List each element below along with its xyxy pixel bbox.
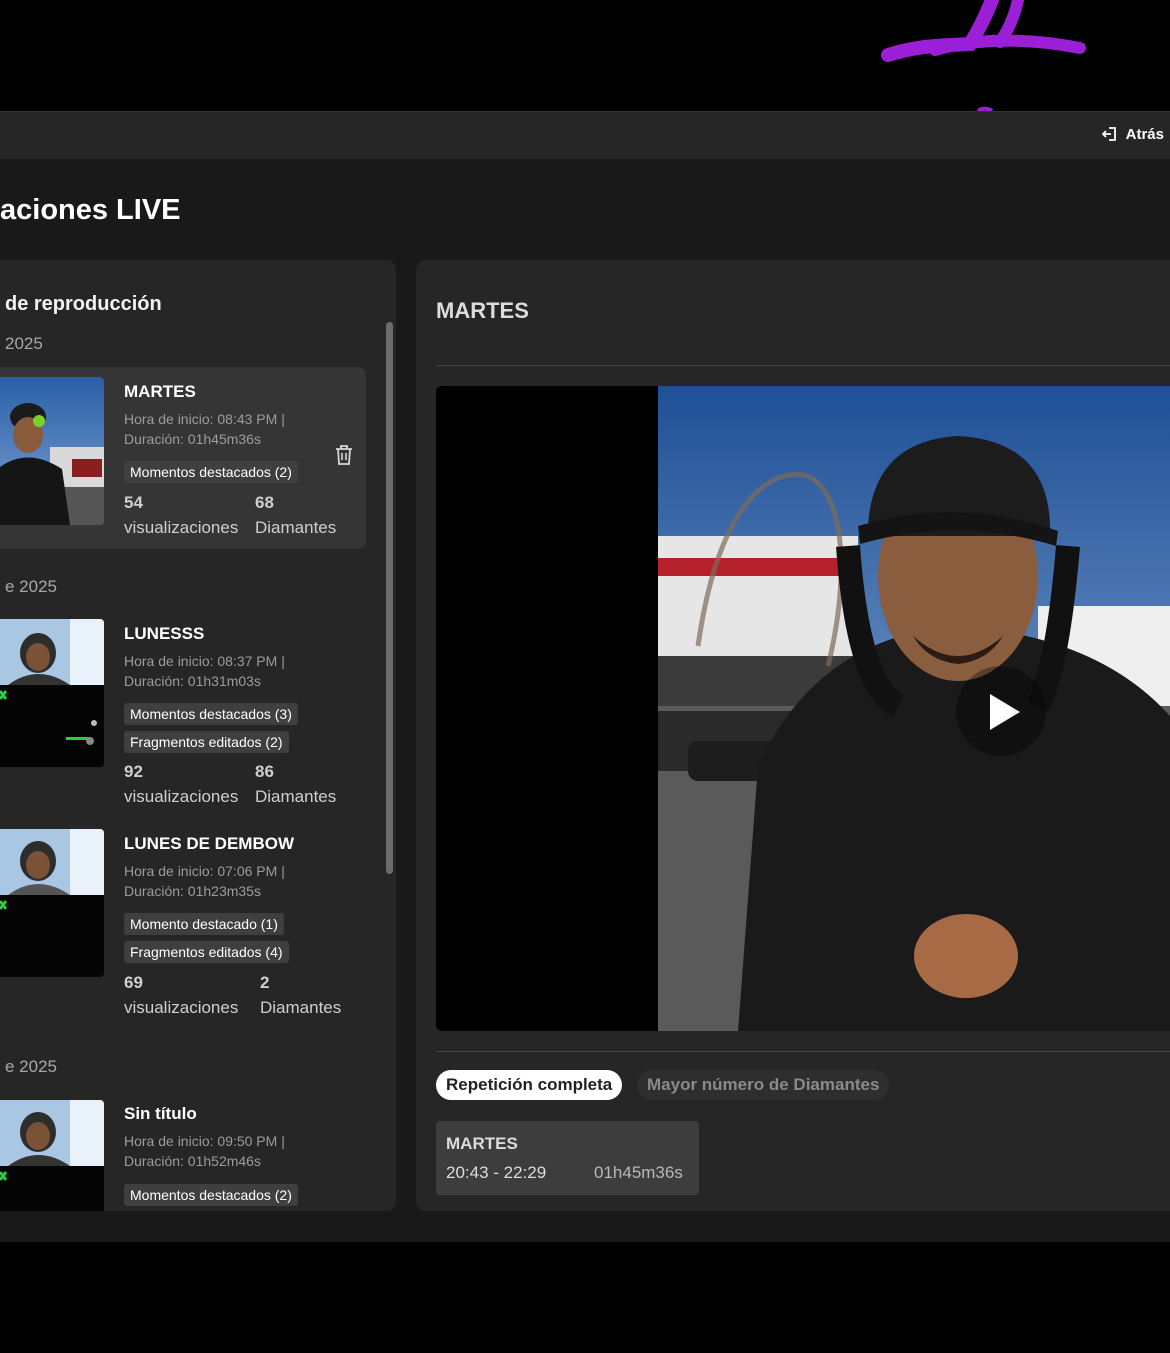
clip-duration: 01h45m36s [594, 1163, 683, 1182]
trash-icon[interactable] [333, 443, 355, 467]
session-start: Hora de inicio: 09:50 PM | [124, 1133, 285, 1149]
session-duration: Duración: 01h23m35s [124, 883, 261, 899]
scrollbar[interactable] [386, 322, 393, 874]
exit-icon [1101, 127, 1116, 141]
clip-time-range: 20:43 - 22:29 [446, 1163, 547, 1182]
session-start: Hora de inicio: 08:43 PM | [124, 411, 285, 427]
panel-title: de reproducción [5, 293, 162, 315]
session-title: Sin título [124, 1104, 197, 1123]
session-thumbnail [0, 377, 104, 525]
session-item[interactable]: LUNES DE DEMBOW Hora de inicio: 07:06 PM… [0, 820, 366, 1020]
diamonds-label: Diamantes [260, 998, 342, 1017]
back-button[interactable]: Atrás [1100, 125, 1164, 143]
clip-title: MARTES [446, 1134, 518, 1153]
play-icon [990, 694, 1020, 730]
player-title: MARTES [436, 298, 529, 323]
views-label: visualizaciones [124, 518, 239, 537]
date-group-label: e 2025 [5, 577, 57, 596]
views-count: 69 [124, 973, 143, 992]
video-frame [658, 386, 1170, 1031]
player-panel: MARTES Repetición completa Mayor número … [416, 260, 1170, 1211]
highlights-tag[interactable]: Momentos destacados (2) [124, 461, 298, 483]
play-button[interactable] [956, 666, 1046, 756]
session-title: LUNES DE DEMBOW [124, 834, 294, 853]
date-group-label: e 2025 [5, 1057, 57, 1076]
diamonds-count: 68 [255, 493, 274, 512]
session-duration: Duración: 01h45m36s [124, 431, 261, 447]
page-title: aciones LIVE [0, 194, 181, 226]
views-count: 92 [124, 762, 143, 781]
brand-logo [881, 0, 1086, 111]
session-duration: Duración: 01h31m03s [124, 673, 261, 689]
session-title: LUNESSS [124, 624, 205, 643]
clip-card[interactable]: MARTES 20:43 - 22:29 01h45m36s [436, 1121, 699, 1195]
session-thumbnail [0, 619, 104, 767]
top-banner [0, 0, 1170, 111]
session-start: Hora de inicio: 08:37 PM | [124, 653, 285, 669]
bottom-bar [0, 1242, 1170, 1353]
sessions-panel: de reproducción 2025 MARTES Hora de inic… [0, 260, 396, 1211]
session-duration: Duración: 01h52m46s [124, 1153, 261, 1169]
highlights-tag[interactable]: Momentos destacados (3) [124, 703, 298, 725]
back-label: Atrás [1125, 125, 1164, 143]
date-group-label: 2025 [5, 334, 43, 353]
main-content: aciones LIVE de reproducción 2025 MARTES… [0, 159, 1170, 1242]
views-label: visualizaciones [124, 998, 239, 1017]
edited-clips-tag[interactable]: Fragmentos editados (4) [124, 941, 289, 963]
divider [436, 1051, 1170, 1052]
highlights-tag[interactable]: Momento destacado (1) [124, 913, 284, 935]
session-item[interactable]: LUNESSS Hora de inicio: 08:37 PM | Durac… [0, 610, 366, 810]
diamonds-label: Diamantes [255, 787, 337, 806]
session-item[interactable]: MARTES Hora de inicio: 08:43 PM | Duraci… [0, 367, 366, 549]
video-player[interactable] [436, 386, 1170, 1031]
top-bar: Atrás [0, 111, 1170, 159]
views-count: 54 [124, 493, 143, 512]
session-thumbnail [0, 1100, 104, 1211]
views-label: visualizaciones [124, 787, 239, 806]
session-start: Hora de inicio: 07:06 PM | [124, 863, 285, 879]
diamonds-count: 86 [255, 762, 274, 781]
divider [436, 365, 1170, 366]
session-title: MARTES [124, 382, 196, 401]
tab-most-diamonds[interactable]: Mayor número de Diamantes [637, 1070, 890, 1100]
edited-clips-tag[interactable]: Fragmentos editados (2) [124, 731, 289, 753]
diamonds-label: Diamantes [255, 518, 337, 537]
diamonds-count: 2 [260, 973, 270, 992]
session-item[interactable]: Sin título Hora de inicio: 09:50 PM | Du… [0, 1090, 366, 1211]
tab-full-replay[interactable]: Repetición completa [436, 1070, 623, 1100]
session-thumbnail [0, 829, 104, 977]
highlights-tag[interactable]: Momentos destacados (2) [124, 1184, 298, 1206]
